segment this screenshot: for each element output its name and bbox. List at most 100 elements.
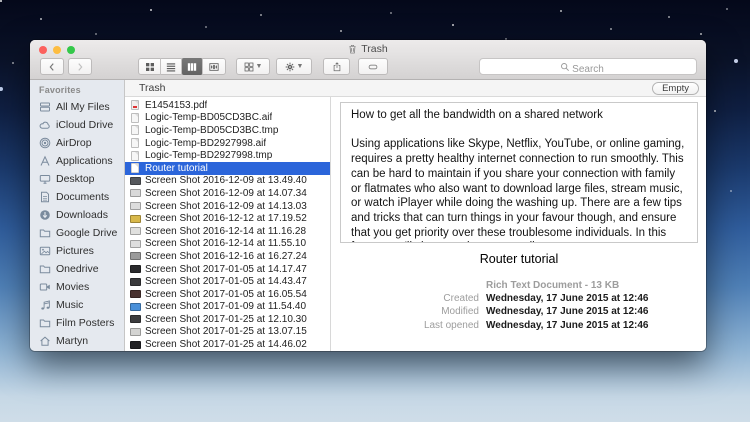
file-row-screen-shot-2016-12-09-at-13-49-40[interactable]: Screen Shot 2016-12-09 at 13.49.40 xyxy=(125,175,330,188)
file-name: Screen Shot 2016-12-09 at 14.13.03 xyxy=(145,200,307,212)
sidebar-item-documents[interactable]: Documents xyxy=(30,188,124,206)
file-row-screen-shot-2016-12-14-at-11-55-10[interactable]: Screen Shot 2016-12-14 at 11.55.10 xyxy=(125,238,330,251)
chevron-right-icon xyxy=(78,62,83,71)
sidebar-item-airdrop[interactable]: AirDrop xyxy=(30,134,124,152)
file-row-screen-shot-2017-01-05-at-14-17-47[interactable]: Screen Shot 2017-01-05 at 14.17.47 xyxy=(125,263,330,276)
search-input[interactable] xyxy=(480,62,696,77)
pdf-file-icon xyxy=(131,100,139,111)
share-button[interactable] xyxy=(323,58,350,75)
sidebar-item-label: AirDrop xyxy=(56,137,92,149)
back-button[interactable] xyxy=(40,58,64,75)
screenshot-thumbnail-icon xyxy=(130,189,141,198)
document-preview[interactable]: How to get all the bandwidth on a shared… xyxy=(340,102,698,243)
sidebar-item-onedrive[interactable]: Onedrive xyxy=(30,260,124,278)
tags-button[interactable] xyxy=(358,58,388,75)
file-name: Screen Shot 2017-01-09 at 11.54.40 xyxy=(145,301,307,313)
file-row-screen-shot-2016-12-14-at-11-16-28[interactable]: Screen Shot 2016-12-14 at 11.16.28 xyxy=(125,225,330,238)
chevron-down-icon: ▼ xyxy=(255,63,263,70)
search-field-wrap xyxy=(479,58,697,77)
pictures-icon xyxy=(39,245,51,257)
file-name: Screen Shot 2017-01-25 at 13.07.15 xyxy=(145,326,307,338)
icon-view-icon xyxy=(146,62,154,71)
sidebar-item-icloud-drive[interactable]: iCloud Drive xyxy=(30,116,124,134)
file-row-logic-temp-bd05cd3bc-aif[interactable]: Logic-Temp-BD05CD3BC.aif xyxy=(125,112,330,125)
folder-icon xyxy=(39,263,51,275)
applications-icon xyxy=(39,155,51,167)
file-row-screen-shot-2016-12-16-at-16-27-24[interactable]: Screen Shot 2016-12-16 at 16.27.24 xyxy=(125,250,330,263)
forward-button[interactable] xyxy=(68,58,92,75)
metadata-value: Wednesday, 17 June 2015 at 12:46 xyxy=(486,306,649,318)
home-icon xyxy=(39,335,51,347)
column-view-button[interactable] xyxy=(182,58,203,75)
metadata-value: Wednesday, 17 June 2015 at 12:46 xyxy=(486,319,649,331)
airdrop-icon xyxy=(39,137,51,149)
sidebar-item-martyn[interactable]: Martyn xyxy=(30,332,124,350)
file-row-screen-shot-2017-01-25-at-13-07-15[interactable]: Screen Shot 2017-01-25 at 13.07.15 xyxy=(125,326,330,339)
coverflow-view-button[interactable] xyxy=(203,58,224,75)
sidebar-item-label: All My Files xyxy=(56,101,110,113)
screenshot-thumbnail-icon xyxy=(130,277,141,286)
window-content: Favorites All My Files iCloud Drive AirDro… xyxy=(30,80,706,351)
empty-trash-button[interactable]: Empty xyxy=(652,81,699,95)
file-row-logic-temp-bd2927998-tmp[interactable]: Logic-Temp-BD2927998.tmp xyxy=(125,149,330,162)
share-icon xyxy=(333,61,340,71)
file-row-screen-shot-2016-12-12-at-17-19-52[interactable]: Screen Shot 2016-12-12 at 17.19.52 xyxy=(125,212,330,225)
folder-icon xyxy=(39,227,51,239)
rtf-document-icon xyxy=(131,163,139,174)
location-label: Trash xyxy=(139,82,166,94)
sidebar-item-pictures[interactable]: Pictures xyxy=(30,242,124,260)
file-row-screen-shot-2017-01-25-at-12-10-30[interactable]: Screen Shot 2017-01-25 at 12.10.30 xyxy=(125,313,330,326)
action-button[interactable]: ▼ xyxy=(276,58,312,75)
panes: E1454153.pdf Logic-Temp-BD05CD3BC.aif Logi… xyxy=(125,97,706,351)
screenshot-thumbnail-icon xyxy=(130,327,141,336)
sidebar-item-film-posters[interactable]: Film Posters xyxy=(30,314,124,332)
preview-pane: How to get all the bandwidth on a shared… xyxy=(331,97,706,351)
screenshot-thumbnail-icon xyxy=(130,265,141,274)
gear-icon xyxy=(285,62,294,71)
sidebar-list: All My Files iCloud Drive AirDrop Applicati… xyxy=(30,98,124,350)
sidebar-item-movies[interactable]: Movies xyxy=(30,278,124,296)
arrange-button[interactable]: ▼ xyxy=(236,58,270,75)
sidebar-item-music[interactable]: Music xyxy=(30,296,124,314)
file-row-router-tutorial[interactable]: Router tutorial xyxy=(125,161,330,175)
view-switcher xyxy=(138,58,226,75)
documents-icon xyxy=(39,191,51,203)
screenshot-thumbnail-icon xyxy=(130,302,141,311)
location-header-bar: Trash Empty xyxy=(125,80,706,97)
right-column: Trash Empty E1454153.pdf Logic-Temp-BD05C… xyxy=(125,80,706,351)
sidebar-item-all-my-files[interactable]: All My Files xyxy=(30,98,124,116)
list-view-button[interactable] xyxy=(161,58,182,75)
metadata-row-last-opened: Last opened Wednesday, 17 June 2015 at 12… xyxy=(340,319,698,332)
file-row-screen-shot-2017-01-05-at-14-43-47[interactable]: Screen Shot 2017-01-05 at 14.43.47 xyxy=(125,275,330,288)
desktop-icon xyxy=(39,173,51,185)
file-row-logic-temp-bd2927998-aif[interactable]: Logic-Temp-BD2927998.aif xyxy=(125,137,330,150)
file-row-screen-shot-2016-12-09-at-14-13-03[interactable]: Screen Shot 2016-12-09 at 14.13.03 xyxy=(125,200,330,213)
file-row-screen-shot-2016-12-09-at-14-07-34[interactable]: Screen Shot 2016-12-09 at 14.07.34 xyxy=(125,187,330,200)
file-row-e1454153-pdf[interactable]: E1454153.pdf xyxy=(125,99,330,112)
file-row-screen-shot-2017-01-09-at-11-54-40[interactable]: Screen Shot 2017-01-09 at 11.54.40 xyxy=(125,301,330,314)
file-name: Screen Shot 2017-01-05 at 14.43.47 xyxy=(145,276,307,288)
arrange-icon xyxy=(244,62,253,71)
screenshot-thumbnail-icon xyxy=(130,202,141,211)
blank-document-icon xyxy=(131,125,139,136)
kind-label-spacer xyxy=(340,279,486,292)
sidebar-item-google-drive[interactable]: Google Drive xyxy=(30,224,124,242)
sidebar: Favorites All My Files iCloud Drive AirDro… xyxy=(30,80,125,351)
file-metadata: Rich Text Document - 13 KB Created Wednes… xyxy=(340,279,698,332)
sidebar-item-label: Onedrive xyxy=(56,263,99,275)
sidebar-item-downloads[interactable]: Downloads xyxy=(30,206,124,224)
icon-view-button[interactable] xyxy=(140,58,161,75)
sidebar-item-applications[interactable]: Applications xyxy=(30,152,124,170)
sidebar-item-desktop[interactable]: Desktop xyxy=(30,170,124,188)
music-icon xyxy=(39,299,51,311)
metadata-value: Wednesday, 17 June 2015 at 12:46 xyxy=(486,293,649,305)
file-row-logic-temp-bd05cd3bc-tmp[interactable]: Logic-Temp-BD05CD3BC.tmp xyxy=(125,124,330,137)
tag-icon xyxy=(368,64,378,69)
file-row-screen-shot-2017-01-25-at-14-46-02[interactable]: Screen Shot 2017-01-25 at 14.46.02 xyxy=(125,338,330,351)
screenshot-thumbnail-icon xyxy=(130,214,141,223)
file-name: Screen Shot 2017-01-05 at 16.05.54 xyxy=(145,288,307,300)
search-icon xyxy=(561,63,569,71)
file-row-screen-shot-2017-01-05-at-16-05-54[interactable]: Screen Shot 2017-01-05 at 16.05.54 xyxy=(125,288,330,301)
preview-file-title: Router tutorial xyxy=(479,252,559,266)
file-name: Logic-Temp-BD05CD3BC.aif xyxy=(145,112,273,124)
